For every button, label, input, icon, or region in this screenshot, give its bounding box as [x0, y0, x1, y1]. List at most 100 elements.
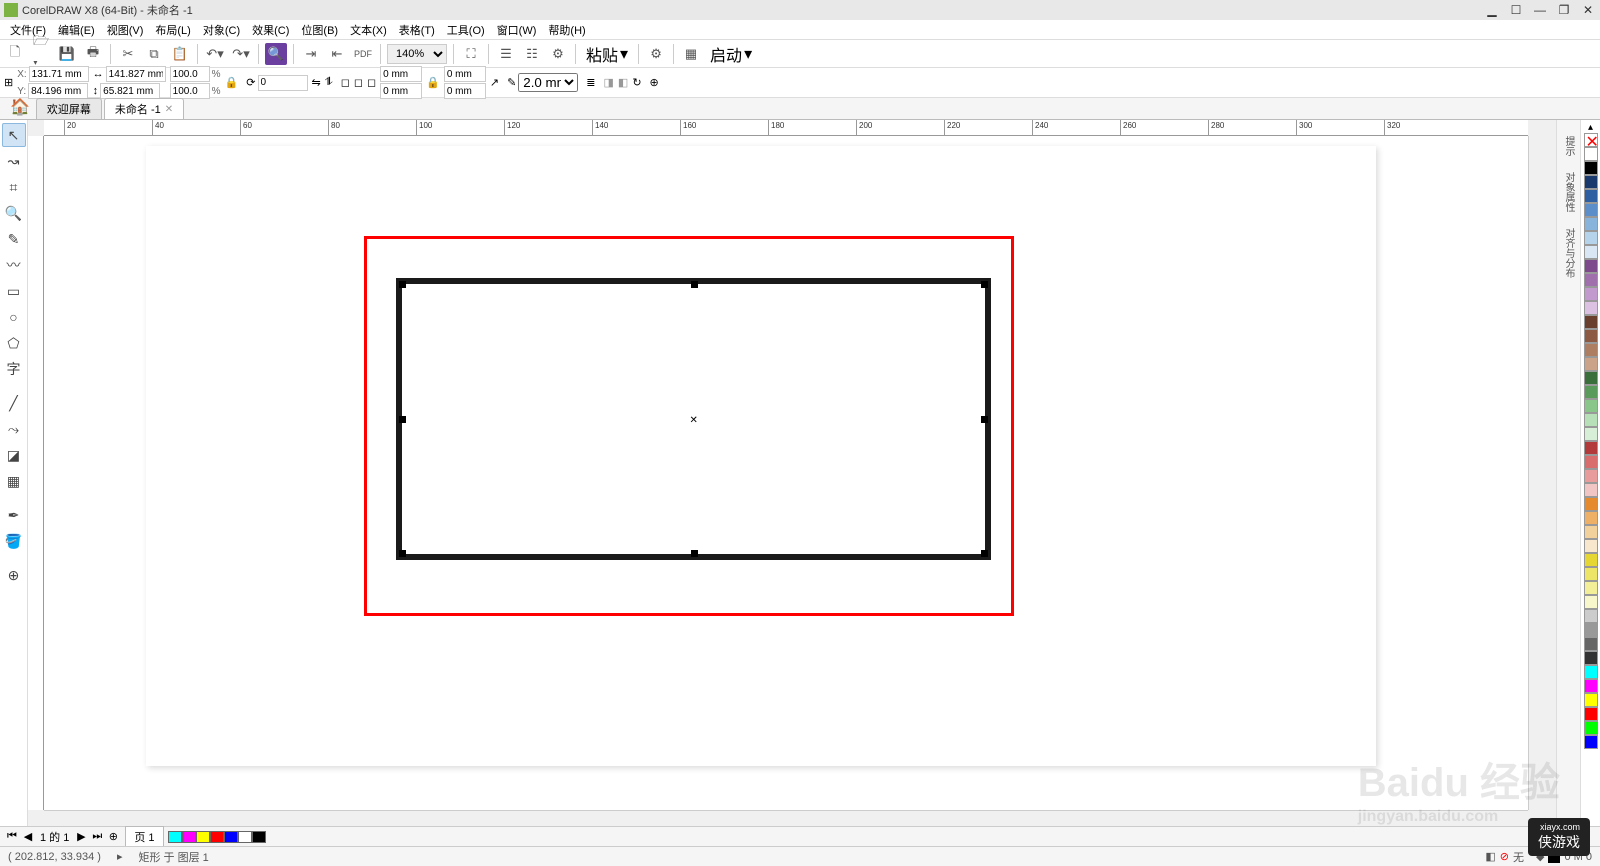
handle-bot-mid[interactable]	[691, 550, 698, 557]
back-button[interactable]: ◧	[618, 76, 628, 89]
handle-top-mid[interactable]	[691, 281, 698, 288]
rectangle-tool[interactable]: ▭	[2, 279, 26, 303]
mini-swatch[interactable]	[182, 831, 196, 843]
handle-top-right[interactable]	[981, 281, 988, 288]
polygon-tool[interactable]: ⬠	[2, 331, 26, 355]
convert-curves-button[interactable]: ↻	[632, 76, 641, 89]
color-swatch[interactable]	[1584, 357, 1598, 371]
artistic-media-tool[interactable]: 〰	[2, 253, 26, 277]
mini-swatch[interactable]	[252, 831, 266, 843]
maximize-icon[interactable]: ☐	[1508, 3, 1524, 17]
corner-chamfer-button[interactable]: ◻	[367, 76, 376, 89]
ruler-vertical[interactable]	[28, 136, 44, 810]
handle-bot-left[interactable]	[399, 550, 406, 557]
corner-bl-input[interactable]	[380, 83, 422, 99]
undo-button[interactable]: ↶▾	[204, 43, 226, 65]
page-tab[interactable]: 页 1	[125, 826, 163, 848]
export-button[interactable]: ⇤	[326, 43, 348, 65]
quick-customize-tools[interactable]: ⊕	[2, 563, 26, 587]
mirror-v-button[interactable]: ⥮	[325, 76, 333, 89]
mini-swatch[interactable]	[210, 831, 224, 843]
menu-item[interactable]: 效果(C)	[246, 20, 295, 40]
page-prev-icon[interactable]: ◀	[20, 829, 36, 845]
lock-ratio-button[interactable]: 🔒	[225, 76, 239, 89]
color-swatch[interactable]	[1584, 679, 1598, 693]
menu-item[interactable]: 文本(X)	[344, 20, 393, 40]
page-last-icon[interactable]: ⏭	[89, 829, 105, 845]
connector-tool[interactable]: ⤳	[2, 417, 26, 441]
color-swatch[interactable]	[1584, 273, 1598, 287]
rotation-input[interactable]	[258, 75, 308, 91]
color-swatch[interactable]	[1584, 371, 1598, 385]
color-swatch[interactable]	[1584, 175, 1598, 189]
x-input[interactable]	[29, 66, 89, 82]
color-swatch[interactable]	[1584, 651, 1598, 665]
tab-document[interactable]: 未命名 -1✕	[104, 98, 184, 119]
cut-button[interactable]: ✂	[117, 43, 139, 65]
menu-item[interactable]: 帮助(H)	[542, 20, 591, 40]
corner-tl-input[interactable]	[380, 66, 422, 82]
freehand-tool[interactable]: ✎	[2, 227, 26, 251]
ellipse-tool[interactable]: ○	[2, 305, 26, 329]
color-swatch[interactable]	[1584, 469, 1598, 483]
color-swatch[interactable]	[1584, 707, 1598, 721]
color-swatch[interactable]	[1584, 259, 1598, 273]
docker-tab[interactable]: 对齐与分布	[1559, 222, 1578, 284]
color-swatch[interactable]	[1584, 553, 1598, 567]
scrollbar-horizontal[interactable]	[44, 810, 1528, 826]
paste-dropdown[interactable]: 粘贴▾	[582, 42, 632, 66]
menu-item[interactable]: 窗口(W)	[491, 20, 543, 40]
page-add-icon[interactable]: ⊕	[105, 829, 121, 845]
color-swatch[interactable]	[1584, 511, 1598, 525]
home-icon[interactable]: 🏠	[4, 95, 36, 119]
prop-docker2-button[interactable]: ☷	[521, 43, 543, 65]
transparency-tool[interactable]: ▦	[2, 469, 26, 493]
mirror-h-button[interactable]: ⇋	[312, 76, 321, 89]
paste-button[interactable]: 📋	[169, 43, 191, 65]
swatch-none[interactable]: ✕	[1584, 133, 1598, 147]
tab-welcome[interactable]: 欢迎屏幕	[36, 98, 102, 119]
color-swatch[interactable]	[1584, 189, 1598, 203]
page-next-icon[interactable]: ▶	[73, 829, 89, 845]
crop-tool[interactable]: ⌗	[2, 175, 26, 199]
selected-rectangle[interactable]: ✕	[396, 278, 991, 560]
color-swatch[interactable]	[1584, 315, 1598, 329]
color-swatch[interactable]	[1584, 609, 1598, 623]
shape-tool[interactable]: ↝	[2, 149, 26, 173]
color-swatch[interactable]	[1584, 385, 1598, 399]
settings-button[interactable]: ⚙	[645, 43, 667, 65]
scalex-input[interactable]	[170, 66, 210, 82]
outline-indicator-icon[interactable]: ◆	[1536, 850, 1544, 863]
color-swatch[interactable]	[1584, 231, 1598, 245]
menu-item[interactable]: 视图(V)	[101, 20, 150, 40]
drop-shadow-tool[interactable]: ◪	[2, 443, 26, 467]
options-button[interactable]: ⚙	[547, 43, 569, 65]
color-swatch[interactable]	[1584, 161, 1598, 175]
color-swatch[interactable]	[1584, 455, 1598, 469]
zoom-tool[interactable]: 🔍	[2, 201, 26, 225]
parallel-dim-tool[interactable]: ╱	[2, 391, 26, 415]
close-tab-icon[interactable]: ✕	[165, 104, 173, 115]
menu-item[interactable]: 编辑(E)	[52, 20, 101, 40]
copy-button[interactable]: ⧉	[143, 43, 165, 65]
interactive-fill-tool[interactable]: 🪣	[2, 529, 26, 553]
color-swatch[interactable]	[1584, 623, 1598, 637]
corner-tr-input[interactable]	[444, 66, 486, 82]
color-swatch[interactable]	[1584, 665, 1598, 679]
color-swatch[interactable]	[1584, 721, 1598, 735]
corner-round-button[interactable]: ◻	[341, 76, 350, 89]
fill-none-icon[interactable]: ⊘	[1500, 850, 1509, 863]
text-tool[interactable]: 字	[2, 357, 26, 381]
canvas[interactable]: ✕	[44, 136, 1528, 810]
mini-swatch[interactable]	[168, 831, 182, 843]
color-swatch[interactable]	[1584, 399, 1598, 413]
secondary-minimize-icon[interactable]: —	[1532, 3, 1548, 17]
import-button[interactable]: ⇥	[300, 43, 322, 65]
color-swatch[interactable]	[1584, 245, 1598, 259]
zoom-select[interactable]: 140%	[387, 44, 447, 64]
color-swatch[interactable]	[1584, 525, 1598, 539]
front-button[interactable]: ◨	[604, 76, 614, 89]
wrap-text-button[interactable]: ≣	[586, 76, 595, 89]
outline-width-select[interactable]: 2.0 mm	[518, 73, 578, 92]
color-swatch[interactable]	[1584, 217, 1598, 231]
